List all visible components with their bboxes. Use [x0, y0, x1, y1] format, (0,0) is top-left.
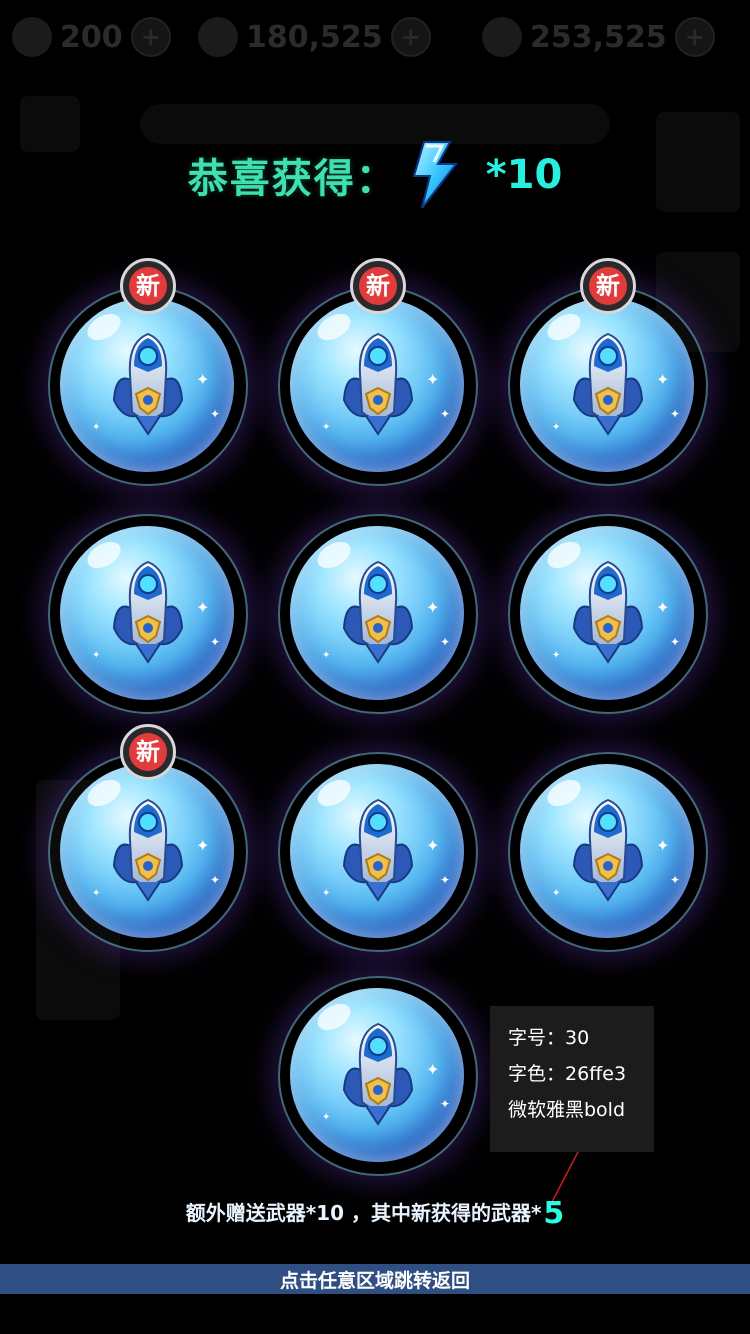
rocket-weapon-icon — [566, 796, 650, 906]
sparkle-icon: ✦ — [670, 635, 681, 649]
gem-value: 253,525 — [530, 19, 667, 55]
new-badge: 新 — [120, 258, 176, 314]
reward-orb: ✦ ✦ ✦ — [508, 514, 708, 714]
annotation-font-size: 字号：30 — [508, 1027, 590, 1049]
annotation-font-color: 字色：26ffe3 — [508, 1063, 627, 1085]
energy-value: 200 — [60, 19, 123, 55]
gem-icon — [482, 17, 522, 57]
return-hint-text: 点击任意区域跳转返回 — [279, 1269, 470, 1292]
rocket-weapon-icon — [106, 330, 190, 440]
return-hint-bar[interactable]: 点击任意区域跳转返回 — [0, 1264, 750, 1294]
reward-orb: ✦ ✦ ✦ 新 — [48, 724, 248, 952]
sparkle-icon: ✦ — [196, 598, 210, 617]
sparkle-icon: ✦ — [426, 598, 440, 617]
reward-orb: ✦ ✦ ✦ — [278, 514, 478, 714]
extra-reward-label: 额外赠送武器*10 ，其中新获得的武器* — [185, 1201, 542, 1225]
coin-icon — [198, 17, 238, 57]
rocket-weapon-icon — [566, 330, 650, 440]
sparkle-icon: ✦ — [322, 888, 331, 899]
lightning-bolt-icon — [412, 141, 458, 209]
rocket-weapon-icon — [336, 1020, 420, 1130]
rocket-weapon-icon — [106, 796, 190, 906]
plus-icon: + — [674, 17, 715, 57]
sparkle-icon: ✦ — [426, 836, 440, 855]
plus-icon: + — [130, 17, 171, 57]
coin-value: 180,525 — [246, 19, 383, 55]
reward-orb: ✦ ✦ ✦ — [278, 976, 478, 1176]
sparkle-icon: ✦ — [196, 370, 210, 389]
sparkle-icon: ✦ — [92, 650, 101, 661]
energy-counter: 200 + — [12, 14, 171, 60]
plus-icon: + — [390, 17, 431, 57]
sparkle-icon: ✦ — [440, 635, 451, 649]
reward-title: 恭喜获得： *10 — [0, 140, 750, 210]
sparkle-icon: ✦ — [670, 407, 681, 421]
new-badge-label: 新 — [129, 267, 167, 305]
sparkle-icon: ✦ — [322, 422, 331, 433]
sparkle-icon: ✦ — [656, 598, 670, 617]
rocket-weapon-icon — [336, 558, 420, 668]
sparkle-icon: ✦ — [92, 888, 101, 899]
sparkle-icon: ✦ — [322, 1112, 331, 1123]
gem-counter: 253,525 + — [482, 14, 715, 60]
rocket-weapon-icon — [566, 558, 650, 668]
sparkle-icon: ✦ — [552, 650, 561, 661]
sparkle-icon: ✦ — [440, 407, 451, 421]
sparkle-icon: ✦ — [210, 635, 221, 649]
sparkle-icon: ✦ — [196, 836, 210, 855]
sparkle-icon: ✦ — [552, 888, 561, 899]
sparkle-icon: ✦ — [210, 407, 221, 421]
new-badge-label: 新 — [359, 267, 397, 305]
new-badge: 新 — [120, 724, 176, 780]
reward-orb: ✦ ✦ ✦ — [48, 514, 248, 714]
sparkle-icon: ✦ — [670, 873, 681, 887]
energy-icon — [12, 17, 52, 57]
sparkle-icon: ✦ — [656, 836, 670, 855]
sparkle-icon: ✦ — [426, 1060, 440, 1079]
sparkle-icon: ✦ — [656, 370, 670, 389]
sparkle-icon: ✦ — [92, 422, 101, 433]
coin-counter: 180,525 + — [198, 14, 431, 60]
design-annotation: 字号：30 字色：26ffe3 微软雅黑bold — [490, 1006, 654, 1152]
progress-bar-ghost — [140, 104, 610, 144]
extra-reward-text: 额外赠送武器*10 ，其中新获得的武器*5 — [0, 1196, 750, 1231]
sparkle-icon: ✦ — [322, 650, 331, 661]
rocket-weapon-icon — [336, 330, 420, 440]
reward-orb: ✦ ✦ ✦ — [278, 752, 478, 952]
sparkle-icon: ✦ — [210, 873, 221, 887]
sparkle-icon: ✦ — [440, 873, 451, 887]
annotation-font-family: 微软雅黑bold — [508, 1099, 626, 1121]
rocket-weapon-icon — [336, 796, 420, 906]
sparkle-icon: ✦ — [440, 1097, 451, 1111]
reward-orb: ✦ ✦ ✦ 新 — [508, 258, 708, 486]
sparkle-icon: ✦ — [552, 422, 561, 433]
sparkle-icon: ✦ — [426, 370, 440, 389]
title-text: 恭喜获得： — [187, 156, 398, 202]
reward-orb: ✦ ✦ ✦ 新 — [278, 258, 478, 486]
new-badge-label: 新 — [129, 733, 167, 771]
title-multiplier: *10 — [485, 152, 563, 198]
rocket-weapon-icon — [106, 558, 190, 668]
new-badge: 新 — [580, 258, 636, 314]
new-badge-label: 新 — [589, 267, 627, 305]
reward-orb: ✦ ✦ ✦ 新 — [48, 258, 248, 486]
new-weapon-count: 5 — [543, 1196, 565, 1231]
new-badge: 新 — [350, 258, 406, 314]
reward-orb: ✦ ✦ ✦ — [508, 752, 708, 952]
